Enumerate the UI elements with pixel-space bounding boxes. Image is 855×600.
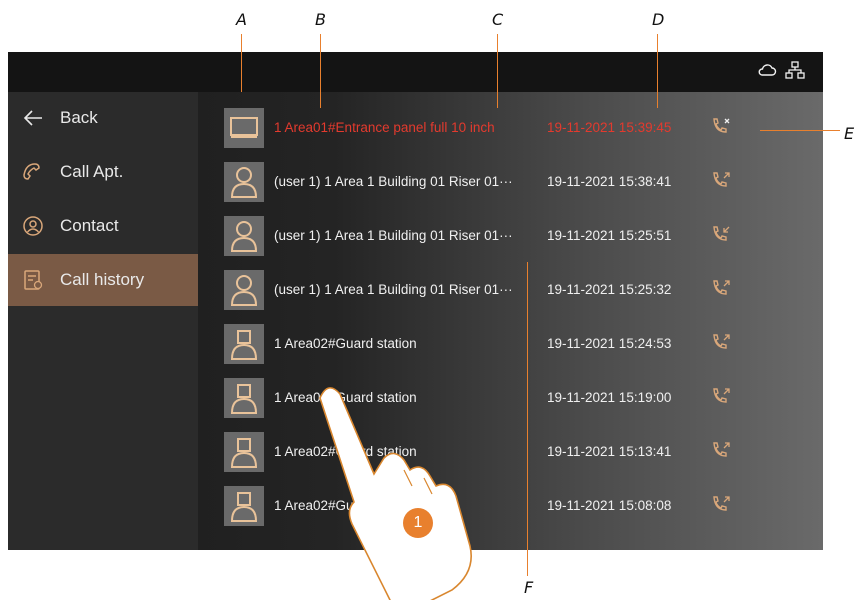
- history-row[interactable]: (user 1) 1 Area 1 Building 01 Riser 01··…: [198, 154, 823, 212]
- guard-icon: [224, 486, 264, 526]
- caller-name: 1 Area01#Entrance panel full 10 inch: [274, 120, 495, 135]
- call-time: 19-11-2021 15:39:45: [547, 120, 672, 135]
- status-bar: [8, 52, 823, 92]
- user-icon: [224, 270, 264, 310]
- guard-icon: [224, 324, 264, 364]
- user-icon: [224, 216, 264, 256]
- arrow-left-icon: [22, 107, 44, 129]
- handset-icon: [22, 161, 44, 183]
- callout-b: B: [315, 10, 326, 29]
- caller-name: (user 1) 1 Area 1 Building 01 Riser 01··…: [274, 228, 513, 243]
- history-list-icon: [22, 269, 44, 291]
- missed-call-icon[interactable]: [710, 116, 732, 138]
- sidebar-item-label: Call Apt.: [60, 162, 124, 181]
- outgoing-call-icon[interactable]: [710, 494, 732, 516]
- call-time: 19-11-2021 15:25:51: [547, 228, 672, 243]
- callout-line-c: [497, 34, 498, 108]
- callout-a: A: [236, 10, 247, 29]
- call-time: 19-11-2021 15:08:08: [547, 498, 672, 513]
- sidebar: Back Call Apt. Contact Call history: [8, 92, 198, 550]
- person-circle-icon: [22, 215, 44, 237]
- history-row[interactable]: 1 Area01#Entrance panel full 10 inch 19-…: [198, 100, 823, 158]
- call-time: 19-11-2021 15:24:53: [547, 336, 672, 351]
- call-time: 19-11-2021 15:13:41: [547, 444, 672, 459]
- outgoing-call-icon[interactable]: [710, 386, 732, 408]
- incoming-call-icon[interactable]: [710, 224, 732, 246]
- caller-name: 1 Area02#Guard station: [274, 336, 417, 351]
- guard-icon: [224, 432, 264, 472]
- callout-line-b: [320, 34, 321, 108]
- hand-gesture-illustration: [319, 387, 472, 600]
- outgoing-call-icon[interactable]: [710, 278, 732, 300]
- caller-name: (user 1) 1 Area 1 Building 01 Riser 01··…: [274, 174, 513, 189]
- step-badge: 1: [403, 508, 433, 538]
- history-row[interactable]: (user 1) 1 Area 1 Building 01 Riser 01··…: [198, 208, 823, 266]
- sidebar-item-back[interactable]: Back: [8, 92, 198, 144]
- sidebar-item-label: Back: [60, 108, 98, 127]
- sidebar-item-call-apt[interactable]: Call Apt.: [8, 146, 198, 198]
- call-time: 19-11-2021 15:25:32: [547, 282, 672, 297]
- history-row[interactable]: (user 1) 1 Area 1 Building 01 Riser 01··…: [198, 262, 823, 320]
- callout-line-d: [657, 34, 658, 108]
- callout-d: D: [652, 10, 665, 29]
- caller-name: (user 1) 1 Area 1 Building 01 Riser 01··…: [274, 282, 513, 297]
- sidebar-item-label: Contact: [60, 216, 119, 235]
- call-time: 19-11-2021 15:38:41: [547, 174, 672, 189]
- sidebar-item-label: Call history: [60, 270, 145, 289]
- user-icon: [224, 162, 264, 202]
- callout-e: E: [844, 124, 855, 143]
- panel-icon: [224, 108, 264, 148]
- cloud-icon: [758, 64, 777, 76]
- history-row[interactable]: 1 Area02#Guard station 19-11-2021 15:24:…: [198, 316, 823, 374]
- sidebar-item-call-history[interactable]: Call history: [8, 254, 198, 306]
- sidebar-item-contact[interactable]: Contact: [8, 200, 198, 252]
- guard-icon: [224, 378, 264, 418]
- callout-line-f: [527, 262, 528, 576]
- network-icon: [785, 61, 805, 79]
- callout-c: C: [492, 10, 504, 29]
- outgoing-call-icon[interactable]: [710, 440, 732, 462]
- outgoing-call-icon[interactable]: [710, 332, 732, 354]
- callout-line-a: [241, 34, 242, 92]
- outgoing-call-icon[interactable]: [710, 170, 732, 192]
- call-time: 19-11-2021 15:19:00: [547, 390, 672, 405]
- callout-f: F: [524, 578, 534, 597]
- callout-line-e: [760, 130, 840, 131]
